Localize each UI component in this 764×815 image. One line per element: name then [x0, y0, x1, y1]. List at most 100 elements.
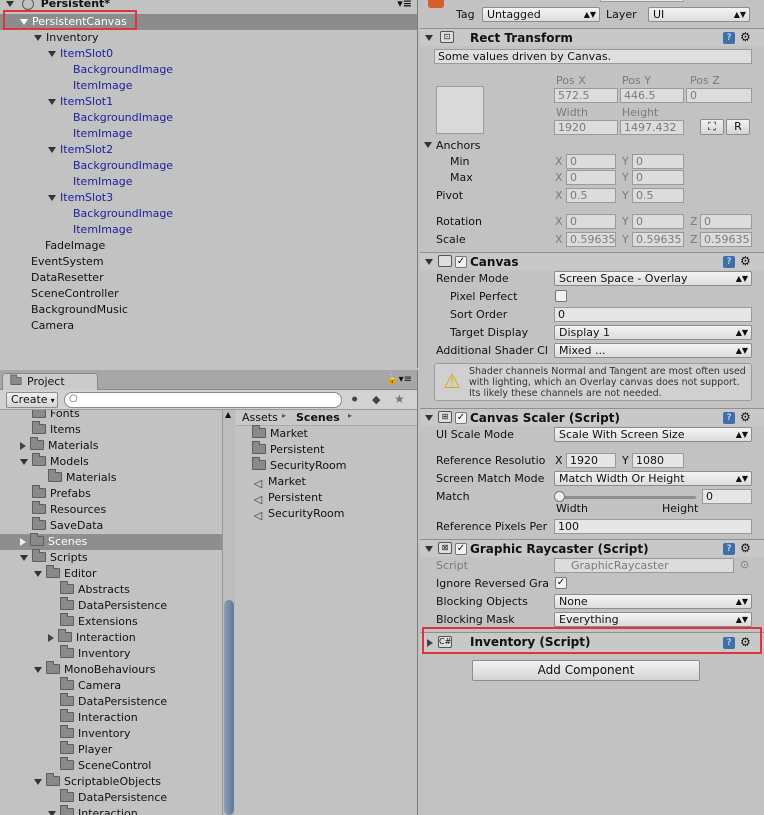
expand-icon[interactable]: [425, 35, 433, 41]
folder-models[interactable]: Models: [20, 453, 89, 470]
favorite-star-icon[interactable]: ★: [394, 392, 405, 406]
canvas-enabled-checkbox[interactable]: ✓: [455, 256, 467, 268]
shader-channels-dropdown[interactable]: Mixed ... ▲▼: [554, 343, 752, 358]
render-mode-dropdown[interactable]: Screen Space - Overlay ▲▼: [554, 271, 752, 286]
folder-inventory[interactable]: Inventory: [60, 645, 131, 662]
blocking-mask-dropdown[interactable]: Everything ▲▼: [554, 612, 752, 627]
hierarchy-item-itemimage[interactable]: ItemImage: [0, 78, 417, 94]
help-icon[interactable]: ?: [723, 32, 735, 44]
rotation-x-field[interactable]: 0: [566, 214, 616, 229]
tab-project[interactable]: Project: [2, 373, 98, 390]
hierarchy-item-inventory[interactable]: Inventory: [0, 30, 417, 46]
folder-camera[interactable]: Camera: [60, 677, 121, 694]
hierarchy-item-backgroundimage[interactable]: BackgroundImage: [0, 62, 417, 78]
folder-editor[interactable]: Editor: [34, 565, 97, 582]
hierarchy-item-eventsystem[interactable]: EventSystem: [0, 254, 417, 270]
raycaster-enabled-checkbox[interactable]: ✓: [455, 543, 467, 555]
hierarchy-item-itemslot3[interactable]: ItemSlot3: [0, 190, 417, 206]
ui-scale-mode-dropdown[interactable]: Scale With Screen Size ▲▼: [554, 427, 752, 442]
folder-scenes[interactable]: Scenes: [0, 533, 222, 550]
expand-icon[interactable]: [34, 35, 42, 41]
folder-resources[interactable]: Resources: [32, 501, 106, 518]
expand-icon[interactable]: [425, 546, 433, 552]
anchor-min-y-field[interactable]: 0: [632, 154, 684, 169]
anchor-min-x-field[interactable]: 0: [566, 154, 616, 169]
file-scene-persistent[interactable]: ◁ Persistent: [252, 490, 323, 506]
object-picker-icon[interactable]: ⊙: [740, 558, 749, 571]
reference-pixels-field[interactable]: 100: [554, 519, 752, 534]
screen-match-mode-dropdown[interactable]: Match Width Or Height ▲▼: [554, 471, 752, 486]
expand-icon[interactable]: [48, 147, 56, 153]
tree-scrollbar[interactable]: ▲: [222, 410, 235, 815]
hierarchy-item-itemimage[interactable]: ItemImage: [0, 222, 417, 238]
expand-icon[interactable]: [34, 571, 42, 577]
folder-interaction[interactable]: Interaction: [48, 629, 136, 646]
script-field[interactable]: GraphicRaycaster: [554, 558, 734, 573]
expand-icon[interactable]: [48, 99, 56, 105]
file-folder-securityroom[interactable]: SecurityRoom: [252, 457, 347, 474]
add-component-button[interactable]: Add Component: [472, 660, 700, 681]
rotation-z-field[interactable]: 0: [700, 214, 752, 229]
folder-materials[interactable]: Materials: [20, 437, 98, 454]
expand-icon[interactable]: [425, 415, 433, 421]
hierarchy-item-itemimage[interactable]: ItemImage: [0, 174, 417, 190]
folder-datapersistence[interactable]: DataPersistence: [60, 789, 167, 806]
hierarchy-item-backgroundmusic[interactable]: BackgroundMusic: [0, 302, 417, 318]
folder-items[interactable]: Items: [32, 421, 81, 438]
blueprint-mode-button[interactable]: ⛶: [700, 119, 724, 135]
expand-icon[interactable]: [20, 442, 26, 450]
expand-icon[interactable]: [20, 555, 28, 561]
help-icon[interactable]: ?: [723, 412, 735, 424]
hierarchy-item-itemslot1[interactable]: ItemSlot1: [0, 94, 417, 110]
create-button[interactable]: Create ▾: [6, 392, 58, 408]
folder-datapersistence[interactable]: DataPersistence: [60, 693, 167, 710]
scale-x-field[interactable]: 0.59635: [566, 232, 616, 247]
canvas-scaler-header[interactable]: ⊞ ✓ Canvas Scaler (Script) ? ⚙: [420, 408, 764, 426]
hierarchy-item-scenecontroller[interactable]: SceneController: [0, 286, 417, 302]
scale-y-field[interactable]: 0.59635: [632, 232, 684, 247]
target-display-dropdown[interactable]: Display 1 ▲▼: [554, 325, 752, 340]
height-field[interactable]: 1497.432: [620, 120, 684, 135]
hierarchy-item-itemslot2[interactable]: ItemSlot2: [0, 142, 417, 158]
posx-field[interactable]: 572.5: [554, 88, 618, 103]
hierarchy-item-backgroundimage[interactable]: BackgroundImage: [0, 206, 417, 222]
hierarchy-item-backgroundimage[interactable]: BackgroundImage: [0, 158, 417, 174]
help-icon[interactable]: ?: [723, 543, 735, 555]
scroll-up-icon[interactable]: ▲: [225, 410, 231, 419]
blocking-objects-dropdown[interactable]: None ▲▼: [554, 594, 752, 609]
help-icon[interactable]: ?: [723, 256, 735, 268]
folder-extensions[interactable]: Extensions: [60, 613, 138, 630]
gear-icon[interactable]: ⚙: [740, 542, 751, 554]
pivot-y-field[interactable]: 0.5: [632, 188, 684, 203]
hierarchy-menu-icon[interactable]: ▾≡: [397, 0, 412, 12]
hierarchy-item-dataresetter[interactable]: DataResetter: [0, 270, 417, 286]
file-scene-securityroom[interactable]: ◁ SecurityRoom: [252, 506, 345, 522]
posz-field[interactable]: 0: [686, 88, 752, 103]
pixel-perfect-checkbox[interactable]: [555, 290, 567, 302]
expand-icon[interactable]: [34, 667, 42, 673]
anchor-max-y-field[interactable]: 0: [632, 170, 684, 185]
expand-icon[interactable]: [20, 459, 28, 465]
folder-inventory[interactable]: Inventory: [60, 725, 131, 742]
expand-icon[interactable]: [48, 634, 54, 642]
posy-field[interactable]: 446.5: [620, 88, 684, 103]
scrollbar-thumb[interactable]: [224, 600, 234, 815]
folder-interaction[interactable]: Interaction: [60, 709, 138, 726]
folder-monobehaviours[interactable]: MonoBehaviours: [34, 661, 155, 678]
sort-order-field[interactable]: 0: [554, 307, 752, 322]
width-field[interactable]: 1920: [554, 120, 618, 135]
breadcrumb-scenes[interactable]: Scenes: [296, 411, 340, 424]
hierarchy-item-itemslot0[interactable]: ItemSlot0: [0, 46, 417, 62]
hierarchy-item-camera[interactable]: Camera: [0, 318, 417, 334]
tag-dropdown[interactable]: Untagged ▲▼: [482, 7, 600, 22]
expand-icon[interactable]: [48, 811, 56, 815]
lock-menu-icon[interactable]: 🔒▾≡: [386, 374, 412, 385]
file-folder-persistent[interactable]: Persistent: [252, 441, 324, 458]
expand-icon[interactable]: [34, 779, 42, 785]
expand-icon[interactable]: [48, 195, 56, 201]
folder-interaction[interactable]: Interaction: [48, 805, 138, 815]
file-folder-market[interactable]: Market: [252, 425, 308, 442]
ignore-reversed-checkbox[interactable]: ✓: [555, 577, 567, 589]
expand-icon[interactable]: [20, 538, 26, 546]
search-input[interactable]: ○: [64, 392, 342, 408]
